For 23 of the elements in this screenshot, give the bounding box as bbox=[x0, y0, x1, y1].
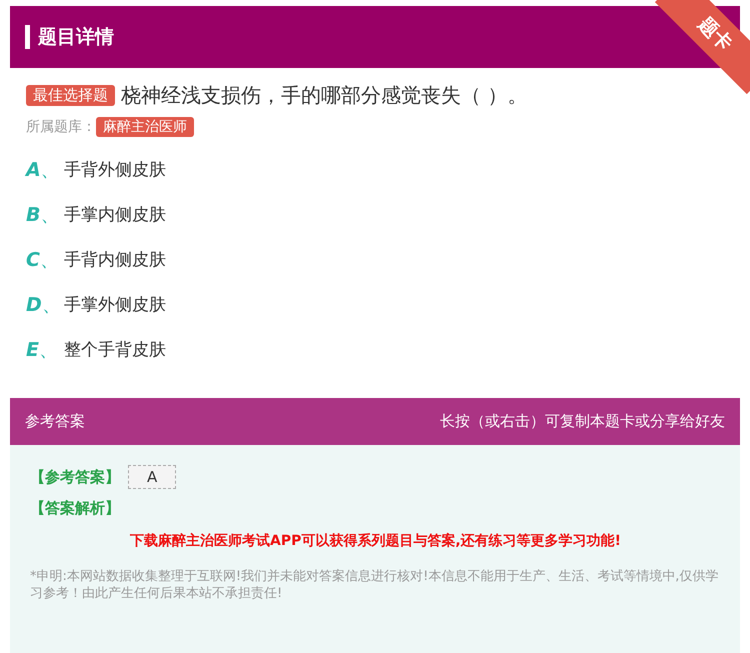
question-text: 桡神经浅支损伤，手的哪部分感觉丧失（ ）。 bbox=[121, 82, 528, 109]
disclaimer-text: *申明:本网站数据收集整理于互联网!我们并未能对答案信息进行核对!本信息不能用于生产、生活、考试等情境中,仅供学习参考！由此产生任何后果本站不承担责任! bbox=[30, 568, 720, 602]
option-letter: B、 bbox=[26, 202, 60, 228]
app-promo-text: 下载麻醉主治医师考试APP可以获得系列题目与答案,还有练习等更多学习功能! bbox=[130, 532, 622, 550]
page-title: 题目详情 bbox=[38, 25, 114, 50]
answer-section-title: 参考答案 bbox=[25, 412, 85, 431]
option-letter: E、 bbox=[26, 338, 59, 362]
option-text: 手背内侧皮肤 bbox=[64, 249, 166, 271]
question-type-badge: 最佳选择题 bbox=[26, 85, 115, 106]
share-hint: 长按（或右击）可复制本题卡或分享给好友 bbox=[440, 412, 725, 431]
option-text: 手背外侧皮肤 bbox=[64, 159, 166, 181]
option-text: 手掌外侧皮肤 bbox=[64, 294, 166, 316]
option-text: 整个手背皮肤 bbox=[64, 339, 166, 361]
option-text: 手掌内侧皮肤 bbox=[64, 204, 166, 226]
analysis-label: 【答案解析】 bbox=[30, 499, 121, 518]
title-marker bbox=[25, 25, 30, 49]
answer-label: 【参考答案】 bbox=[30, 468, 120, 486]
option-letter: C、 bbox=[26, 248, 60, 272]
answer-value: A bbox=[128, 465, 176, 489]
bank-label: 所属题库： bbox=[26, 118, 96, 136]
bank-tag[interactable]: 麻醉主治医师 bbox=[96, 117, 194, 137]
option-letter: A、 bbox=[26, 158, 61, 182]
option-letter: D、 bbox=[26, 292, 62, 318]
